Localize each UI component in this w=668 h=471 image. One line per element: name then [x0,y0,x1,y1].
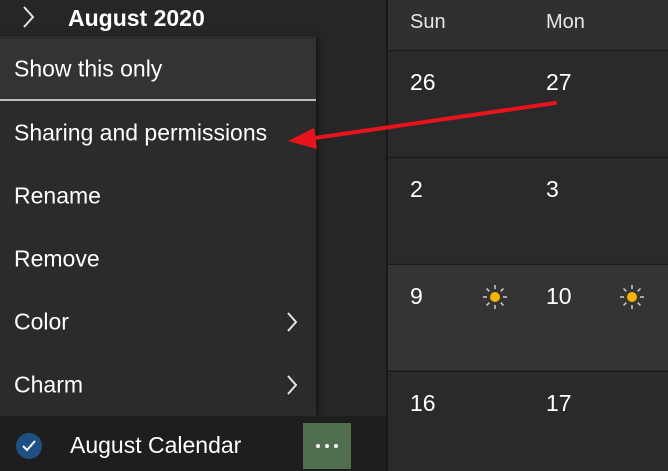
menu-item-color[interactable]: Color [0,292,316,352]
context-menu: Show this only Sharing and permissions R… [0,36,316,416]
month-header: August 2020 [0,0,386,36]
day-of-week-label: Mon [546,11,585,33]
menu-item-rename[interactable]: Rename [0,166,316,226]
menu-item-show-this-only[interactable]: Show this only [0,39,316,99]
day-of-week-label: Sun [410,11,446,33]
menu-item-sharing-and-permissions[interactable]: Sharing and permissions [0,103,316,163]
menu-item-label: Remove [14,245,100,272]
chevron-right-icon [284,373,300,397]
day-cell-number[interactable]: 9 [410,283,423,310]
menu-item-label: Show this only [14,55,163,82]
calendar-week-row: 26 27 [388,50,668,156]
day-cell-number[interactable]: 2 [410,176,423,203]
day-cell-number[interactable]: 16 [410,390,436,417]
menu-item-label: Sharing and permissions [14,119,268,146]
more-options-button[interactable] [303,423,351,469]
menu-item-label: Rename [14,182,101,209]
calendar-week-row: 2 3 [388,157,668,263]
day-cell-number[interactable]: 10 [546,283,572,310]
checkmark-icon[interactable] [16,433,42,459]
calendar-week-row: 9 10 [388,264,668,370]
menu-divider [0,99,316,101]
calendar-list-pane: August 2020 Show this only Sharing and p… [0,0,386,471]
day-cell-number[interactable]: 27 [546,69,572,96]
calendar-week-row: 16 17 [388,371,668,471]
day-cell-number[interactable]: 17 [546,390,572,417]
calendar-list-item[interactable]: August Calendar [0,416,386,471]
sun-icon [482,284,508,310]
month-title[interactable]: August 2020 [68,4,205,32]
day-cell-number[interactable]: 26 [410,69,436,96]
day-cell-number[interactable]: 3 [546,176,559,203]
chevron-right-icon [284,310,300,334]
month-calendar-grid: Sun Mon 26 27 2 3 9 10 16 17 [386,0,668,471]
more-horizontal-icon [316,444,338,448]
menu-item-label: Charm [14,371,84,398]
chevron-right-icon[interactable] [18,4,38,30]
day-of-week-header: Sun Mon [388,0,668,50]
menu-item-label: Color [14,308,69,335]
menu-item-charm[interactable]: Charm [0,355,316,415]
calendar-name: August Calendar [70,432,242,458]
sun-icon [619,284,645,310]
menu-item-remove[interactable]: Remove [0,229,316,289]
